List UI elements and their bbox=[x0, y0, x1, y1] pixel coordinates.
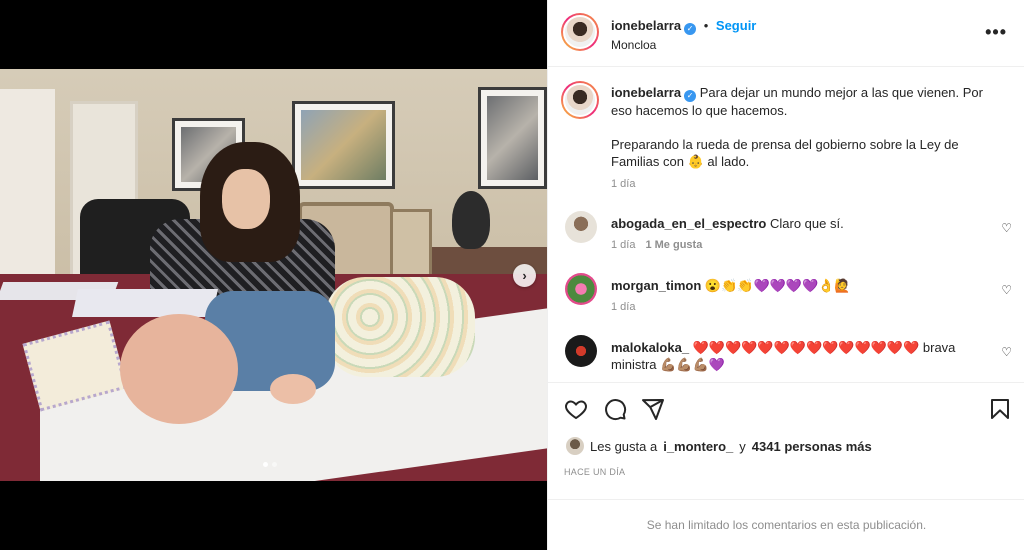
post-timestamp[interactable]: HACE UN DÍA bbox=[564, 467, 625, 477]
post-location[interactable]: Moncloa bbox=[611, 38, 656, 52]
comment-username[interactable]: morgan_timon bbox=[611, 278, 701, 293]
chevron-right-icon: › bbox=[522, 268, 527, 283]
author-avatar[interactable] bbox=[561, 13, 599, 51]
heart-icon[interactable]: ♡ bbox=[1001, 345, 1012, 359]
commenter-avatar[interactable] bbox=[565, 211, 597, 243]
post-header: ionebelarra ✓ • Seguir Moncloa ••• bbox=[548, 0, 1024, 67]
likes-prefix: Les gusta a bbox=[590, 438, 658, 454]
comments-section: ionebelarra ✓ Para dejar un mundo mejor a… bbox=[548, 67, 1024, 382]
post-photo[interactable] bbox=[0, 69, 547, 481]
comment-text: malokaloka_ ❤️❤️❤️❤️❤️❤️❤️❤️❤️❤️❤️❤️❤️❤️… bbox=[611, 339, 971, 373]
comment-item: morgan_timon 😮👏👏💜💜💜💜👌🙋 1 día ♡ bbox=[548, 273, 1024, 323]
photo-baby-head bbox=[120, 314, 238, 424]
caption: ionebelarra ✓ Para dejar un mundo mejor a… bbox=[548, 81, 1024, 201]
heart-icon[interactable]: ♡ bbox=[1001, 221, 1012, 235]
liker-avatar[interactable] bbox=[566, 437, 584, 455]
photo-woman-face bbox=[222, 169, 270, 229]
verified-icon: ✓ bbox=[684, 23, 697, 35]
caption-line2: Preparando la rueda de prensa del gobier… bbox=[611, 137, 959, 169]
separator: • bbox=[703, 18, 709, 33]
share-icon[interactable] bbox=[641, 397, 665, 424]
comment-text: abogada_en_el_espectro Claro que sí. bbox=[611, 215, 996, 232]
photo-baby-legs bbox=[325, 277, 475, 377]
comment-time[interactable]: 1 día bbox=[611, 239, 635, 251]
comments-limited-notice: Se han limitado los comentarios en esta … bbox=[548, 499, 1024, 550]
commenter-avatar[interactable] bbox=[565, 273, 597, 305]
comment-username[interactable]: malokaloka_ bbox=[611, 340, 689, 355]
likes-summary: Les gusta a i_montero_ y 4341 personas m… bbox=[566, 437, 872, 455]
carousel-dot-active bbox=[263, 462, 268, 467]
author-username[interactable]: ionebelarra bbox=[611, 18, 681, 33]
comment-meta: 1 día 1 Me gusta bbox=[611, 239, 702, 251]
post-side-panel: ionebelarra ✓ • Seguir Moncloa ••• ionebe… bbox=[547, 0, 1024, 550]
photo-frame bbox=[292, 101, 395, 189]
comment-body: Claro que sí. bbox=[769, 216, 844, 231]
comment-username[interactable]: abogada_en_el_espectro bbox=[611, 216, 766, 231]
comment-icon[interactable] bbox=[603, 397, 627, 424]
likes-count[interactable]: 4341 personas más bbox=[752, 439, 872, 454]
carousel-dot bbox=[272, 462, 277, 467]
carousel-indicator bbox=[263, 462, 277, 467]
photo-papers bbox=[72, 289, 218, 317]
verified-icon: ✓ bbox=[684, 90, 697, 102]
follow-button[interactable]: Seguir bbox=[716, 18, 756, 33]
comment-time[interactable]: 1 día bbox=[611, 301, 635, 313]
next-media-button[interactable]: › bbox=[513, 264, 536, 287]
bookmark-icon[interactable] bbox=[988, 397, 1012, 424]
caption-text: ionebelarra ✓ Para dejar un mundo mejor a… bbox=[611, 84, 996, 170]
caption-username[interactable]: ionebelarra bbox=[611, 85, 681, 100]
heart-icon[interactable]: ♡ bbox=[1001, 283, 1012, 297]
commenter-avatar[interactable] bbox=[565, 335, 597, 367]
likes-joiner: y bbox=[739, 438, 746, 454]
comment-text: morgan_timon 😮👏👏💜💜💜💜👌🙋 bbox=[611, 277, 996, 294]
action-bar bbox=[548, 382, 1024, 434]
comment-item: abogada_en_el_espectro Claro que sí. 1 d… bbox=[548, 211, 1024, 261]
photo-frame bbox=[478, 87, 547, 189]
comment-body: 😮👏👏💜💜💜💜👌🙋 bbox=[704, 278, 851, 293]
heart-icon[interactable] bbox=[564, 397, 588, 424]
likes-user[interactable]: i_montero_ bbox=[663, 439, 733, 454]
photo-baby-hand bbox=[270, 374, 316, 404]
comment-item: malokaloka_ ❤️❤️❤️❤️❤️❤️❤️❤️❤️❤️❤️❤️❤️❤️… bbox=[548, 335, 1024, 380]
caption-time[interactable]: 1 día bbox=[611, 178, 635, 190]
comment-likes[interactable]: 1 Me gusta bbox=[645, 239, 702, 251]
more-icon[interactable]: ••• bbox=[985, 22, 1007, 43]
post-media: › bbox=[0, 0, 547, 550]
author-line: ionebelarra ✓ • Seguir bbox=[611, 18, 756, 35]
photo-vase bbox=[452, 191, 490, 249]
author-avatar[interactable] bbox=[561, 81, 599, 119]
